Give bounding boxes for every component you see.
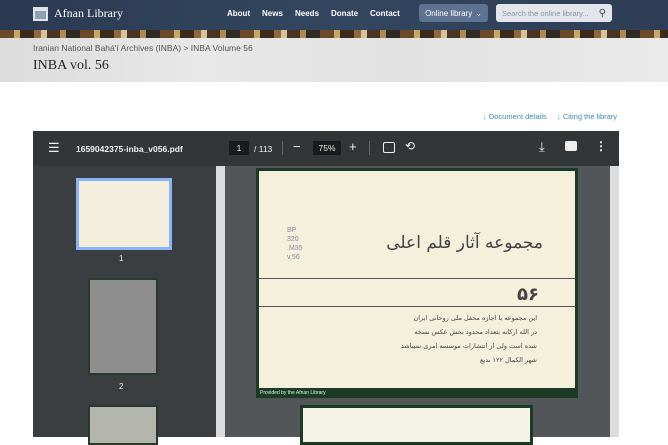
- divider: [369, 141, 370, 155]
- nav-news[interactable]: News: [262, 9, 283, 18]
- body-line: شده است ولی از انتشارات موسسه امری نمیبا…: [400, 342, 537, 350]
- divider: [282, 141, 283, 155]
- header-banner: [0, 30, 668, 38]
- body-line: این مجموعه با اجازه محفل ملی روحانی ایرا…: [413, 314, 537, 322]
- logo-text: Afnan Library: [54, 6, 123, 20]
- body-line: در الله ارکانه بتعداد محدود بخش عکس نسخه: [414, 328, 537, 336]
- call-line: v.56: [287, 254, 300, 261]
- page-number-input[interactable]: 1: [229, 141, 249, 155]
- breadcrumb[interactable]: Iranian National Bahá'í Archives (INBA) …: [33, 43, 253, 53]
- zoom-in-icon[interactable]: +: [349, 139, 357, 154]
- nav-about[interactable]: About: [227, 9, 250, 18]
- link-label: Citing the library: [562, 112, 618, 121]
- link-label: Document details: [488, 112, 547, 121]
- zoom-input[interactable]: 75%: [313, 141, 341, 155]
- print-icon[interactable]: [565, 141, 577, 151]
- document-details-link[interactable]: ↓ Document details: [483, 112, 547, 121]
- thumbnail-page-3[interactable]: [88, 405, 158, 445]
- site-logo[interactable]: Afnan Library: [33, 6, 123, 21]
- download-icon[interactable]: ⤓: [539, 139, 545, 155]
- library-icon: [33, 6, 48, 21]
- page-title: INBA vol. 56: [33, 58, 109, 73]
- menu-icon[interactable]: ☰: [48, 140, 60, 156]
- pdf-toolbar: ☰ 1659042375-inba_v056.pdf 1 / 113 − 75%…: [33, 131, 619, 166]
- pdf-page-1: BP 320 .M35 v.56 مجموعه آثار قلم اعلی ۵۶ ای…: [256, 168, 578, 398]
- main-scrollbar[interactable]: [610, 166, 619, 437]
- manuscript-body: این مجموعه با اجازه محفل ملی روحانی ایرا…: [401, 311, 537, 367]
- volume-number: ۵۶: [517, 284, 539, 305]
- nav-contact[interactable]: Contact: [370, 9, 400, 18]
- fit-page-icon[interactable]: [383, 142, 395, 153]
- sidebar-scrollbar[interactable]: [216, 166, 225, 437]
- search-icon[interactable]: ⚲: [599, 8, 606, 19]
- search-input[interactable]: Search the online library... ⚲: [496, 4, 612, 22]
- call-line: BP: [287, 227, 297, 234]
- search-placeholder: Search the online library...: [502, 8, 589, 18]
- thumbnail-page-2[interactable]: [88, 278, 158, 375]
- rule: [259, 278, 575, 279]
- zoom-out-icon[interactable]: −: [293, 139, 301, 154]
- page-total: / 113: [254, 144, 273, 154]
- nav-donate[interactable]: Donate: [331, 9, 358, 18]
- chevron-down-icon: ⌄: [475, 8, 482, 18]
- nav-needs[interactable]: Needs: [295, 9, 319, 18]
- call-line: .M35: [287, 245, 303, 252]
- manuscript-heading: مجموعه آثار قلم اعلی: [386, 233, 543, 253]
- rotate-icon[interactable]: ⟲: [405, 139, 415, 153]
- more-options-icon[interactable]: ⋮: [595, 139, 607, 153]
- pdf-viewer: ☰ 1659042375-inba_v056.pdf 1 / 113 − 75%…: [33, 131, 619, 445]
- thumbnail-page-1[interactable]: [76, 178, 172, 250]
- thumbnail-label: 1: [119, 254, 124, 263]
- thumbnail-label: 2: [119, 382, 124, 391]
- provided-by-footer: Provided by the Afnan Library: [256, 388, 578, 398]
- call-number: BP 320 .M35 v.56: [287, 226, 303, 262]
- rule: [259, 306, 575, 307]
- pdf-page-2: [300, 405, 533, 445]
- call-line: 320: [287, 236, 299, 243]
- thumbnail-sidebar: 1 2: [33, 166, 216, 445]
- body-line: شهر الکمال ۱۲۲ بدیع: [479, 356, 537, 364]
- pdf-filename: 1659042375-inba_v056.pdf: [76, 144, 183, 154]
- online-library-label: Online library: [425, 8, 473, 18]
- citing-library-link[interactable]: ↓ Citing the library: [557, 112, 617, 121]
- online-library-button[interactable]: Online library ⌄: [419, 4, 488, 22]
